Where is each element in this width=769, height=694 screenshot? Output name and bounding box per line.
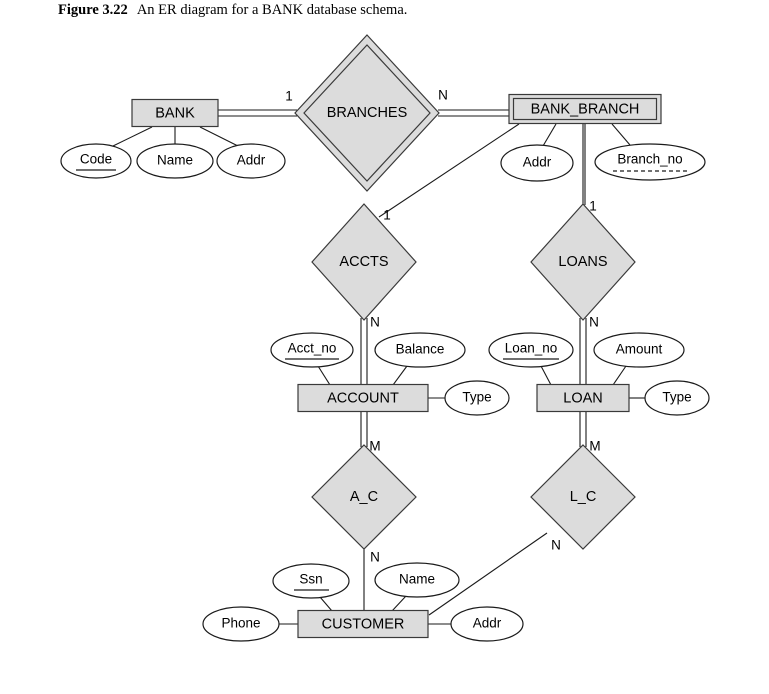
attribute-bank-branch-branch-no-label: Branch_no [617, 152, 682, 167]
entity-bank-label: BANK [155, 105, 195, 121]
cardinality-branches-bank-branch: N [438, 88, 448, 103]
attribute-customer-addr[interactable]: Addr [450, 606, 524, 642]
attribute-customer-name-label: Name [399, 572, 435, 587]
relationship-a-c[interactable]: A_C [311, 444, 417, 550]
attribute-loan-loan-no-label: Loan_no [505, 341, 558, 356]
entity-account-label: ACCOUNT [327, 390, 399, 406]
entity-loan-label: LOAN [563, 390, 603, 406]
conn-loans-loan [579, 318, 587, 385]
attribute-loan-amount[interactable]: Amount [593, 332, 685, 368]
attribute-loan-amount-label: Amount [616, 342, 663, 357]
attribute-bank-addr[interactable]: Addr [216, 143, 286, 179]
attribute-bank-code-label: Code [80, 152, 112, 167]
conn-accts-account [360, 318, 368, 385]
conn-loan-lc [579, 411, 587, 447]
attribute-account-balance-label: Balance [396, 342, 445, 357]
attribute-loan-type-label: Type [662, 390, 691, 405]
attribute-customer-ssn[interactable]: Ssn [272, 563, 350, 599]
cardinality-account-a-c: M [369, 439, 380, 454]
attribute-bank-branch-branch-no[interactable]: Branch_no [594, 143, 706, 181]
attribute-loan-loan-no[interactable]: Loan_no [488, 332, 574, 368]
connector-layer [112, 109, 645, 625]
relationship-branches[interactable]: BRANCHES [294, 34, 440, 192]
cardinality-loans-loan: N [589, 315, 599, 330]
conn-bank-branches [218, 109, 297, 117]
relationship-l-c-label: L_C [570, 489, 597, 505]
entity-customer[interactable]: CUSTOMER [297, 609, 429, 639]
relationship-a-c-label: A_C [350, 489, 378, 505]
entity-layer: BANK BANK_BRANCH ACCOUNT LOAN CUSTOMER [131, 93, 662, 639]
attribute-account-type-label: Type [462, 390, 491, 405]
attribute-account-acct-no-label: Acct_no [288, 341, 337, 356]
entity-account[interactable]: ACCOUNT [297, 383, 429, 413]
cardinality-bank-branches: 1 [285, 89, 293, 104]
attribute-customer-name[interactable]: Name [374, 562, 460, 598]
er-diagram-canvas: BANK BANK_BRANCH ACCOUNT LOAN CUSTOMER B… [60, 34, 710, 642]
conn-branches-bankbranch [438, 109, 510, 117]
entity-bank[interactable]: BANK [131, 98, 219, 128]
cardinality-loan-l-c: M [589, 439, 600, 454]
attribute-customer-ssn-label: Ssn [299, 572, 322, 587]
attribute-loan-type[interactable]: Type [644, 380, 710, 416]
attribute-bank-branch-addr[interactable]: Addr [500, 144, 574, 182]
attribute-customer-addr-label: Addr [473, 616, 502, 631]
entity-loan[interactable]: LOAN [536, 383, 630, 413]
attribute-bank-branch-addr-label: Addr [523, 155, 552, 170]
relationship-loans[interactable]: LOANS [530, 203, 636, 321]
attribute-bank-name-label: Name [157, 153, 193, 168]
attribute-bank-code[interactable]: Code [60, 143, 132, 179]
conn-account-ac [360, 411, 368, 447]
cardinality-bank-branch-loans: 1 [589, 199, 597, 214]
attribute-account-acct-no[interactable]: Acct_no [270, 332, 354, 368]
attribute-bank-name[interactable]: Name [136, 143, 214, 179]
attribute-account-type[interactable]: Type [444, 380, 510, 416]
entity-customer-label: CUSTOMER [322, 616, 405, 632]
entity-bank-branch-label: BANK_BRANCH [531, 101, 640, 117]
attribute-bank-addr-label: Addr [237, 153, 266, 168]
attribute-customer-phone[interactable]: Phone [202, 606, 280, 642]
cardinality-bank-branch-accts: 1 [383, 208, 391, 223]
cardinality-accts-account: N [370, 315, 380, 330]
attribute-customer-phone-label: Phone [221, 616, 260, 631]
attribute-account-balance[interactable]: Balance [374, 332, 466, 368]
cardinality-l-c-customer: N [551, 538, 561, 553]
relationship-accts[interactable]: ACCTS [311, 203, 417, 321]
relationship-branches-label: BRANCHES [327, 105, 408, 121]
relationship-accts-label: ACCTS [339, 254, 388, 270]
relationship-loans-label: LOANS [558, 254, 607, 270]
cardinality-a-c-customer: N [370, 550, 380, 565]
entity-bank-branch[interactable]: BANK_BRANCH [508, 93, 662, 125]
